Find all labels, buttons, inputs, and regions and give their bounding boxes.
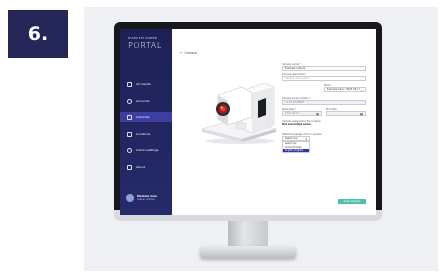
- sidebar-item-accounts[interactable]: Accounts: [120, 96, 172, 106]
- avatar: [126, 194, 134, 202]
- sidebar-item-about[interactable]: About: [120, 162, 172, 172]
- language-select-value: Select one: [285, 137, 298, 140]
- sidebar-item-label: All results: [136, 82, 151, 86]
- camera-serial-field[interactable]: C23-B-DS46BF8: [282, 100, 366, 105]
- results-icon: [127, 81, 132, 87]
- camera-icon: [127, 114, 132, 120]
- camera-name-field[interactable]: Example camera: [282, 66, 366, 71]
- sidebar-item-label: About: [136, 165, 145, 169]
- user-info: Melanie Cole Super admin: [137, 194, 157, 202]
- calendar-icon: ▦: [316, 111, 319, 116]
- arrow-left-icon: ←: [180, 51, 184, 55]
- sidebar-item-label: Cameras: [136, 115, 150, 119]
- save-button[interactable]: Save changes: [338, 199, 366, 204]
- brand-tagline: NYSEN EYE SCREEN: [128, 37, 157, 40]
- sidebar-item-all-results[interactable]: All results: [120, 79, 172, 89]
- main-content: ← Camera Camera name * Example camera Ca…: [172, 29, 376, 215]
- sidebar-item-label: Accounts: [136, 99, 150, 103]
- sidebar-item-cameras[interactable]: Cameras: [120, 112, 172, 122]
- camera-supplier-value: Not associated owner: [282, 123, 312, 126]
- store-value: Example Clinic, 5025-39-1?: [327, 88, 360, 91]
- sidebar-item-admin-settings[interactable]: Admin settings: [120, 145, 172, 155]
- accounts-icon: [127, 98, 132, 104]
- monitor-screen: NYSEN EYE SCREEN PORTAL All results Acco…: [120, 29, 376, 215]
- start-date-value: 2022-06-13: [285, 112, 299, 115]
- sidebar-item-label: Admin settings: [136, 148, 159, 152]
- camera-description-field[interactable]: Camera description: [282, 76, 366, 81]
- location-icon: [127, 131, 132, 137]
- back-link-label: Camera: [184, 51, 198, 55]
- step-badge: 6.: [8, 10, 68, 58]
- info-icon: [127, 164, 132, 170]
- monitor-stand-foot: [200, 246, 296, 258]
- end-date-field[interactable]: ▦: [326, 111, 366, 116]
- sidebar-item-locations[interactable]: Locations: [120, 129, 172, 139]
- page-canvas: 6. NYSEN EYE SCREEN PORTAL All results A…: [0, 0, 445, 274]
- back-link[interactable]: ← Camera: [180, 51, 197, 55]
- monitor-stand-neck: [228, 221, 268, 248]
- user-profile[interactable]: Melanie Cole Super admin: [126, 194, 157, 202]
- chevron-down-icon: ⌄: [360, 87, 363, 92]
- start-date-field[interactable]: 2022-06-13 ▦: [282, 111, 322, 116]
- user-role: Super admin: [137, 197, 155, 201]
- sidebar: NYSEN EYE SCREEN PORTAL All results Acco…: [120, 29, 172, 215]
- brand-logo: PORTAL: [128, 41, 162, 50]
- language-option[interactable]: English (English): [283, 148, 309, 153]
- calendar-icon: ▦: [360, 111, 363, 116]
- language-dropdown: Select one Suomi (Finnish) English (Engl…: [282, 141, 310, 154]
- sidebar-item-label: Locations: [136, 132, 151, 136]
- gear-icon: [127, 147, 132, 153]
- camera-device-image: [200, 82, 278, 144]
- store-select[interactable]: Example Clinic, 5025-39-1? ⌄: [324, 87, 366, 92]
- chevron-down-icon: ▾: [305, 136, 307, 141]
